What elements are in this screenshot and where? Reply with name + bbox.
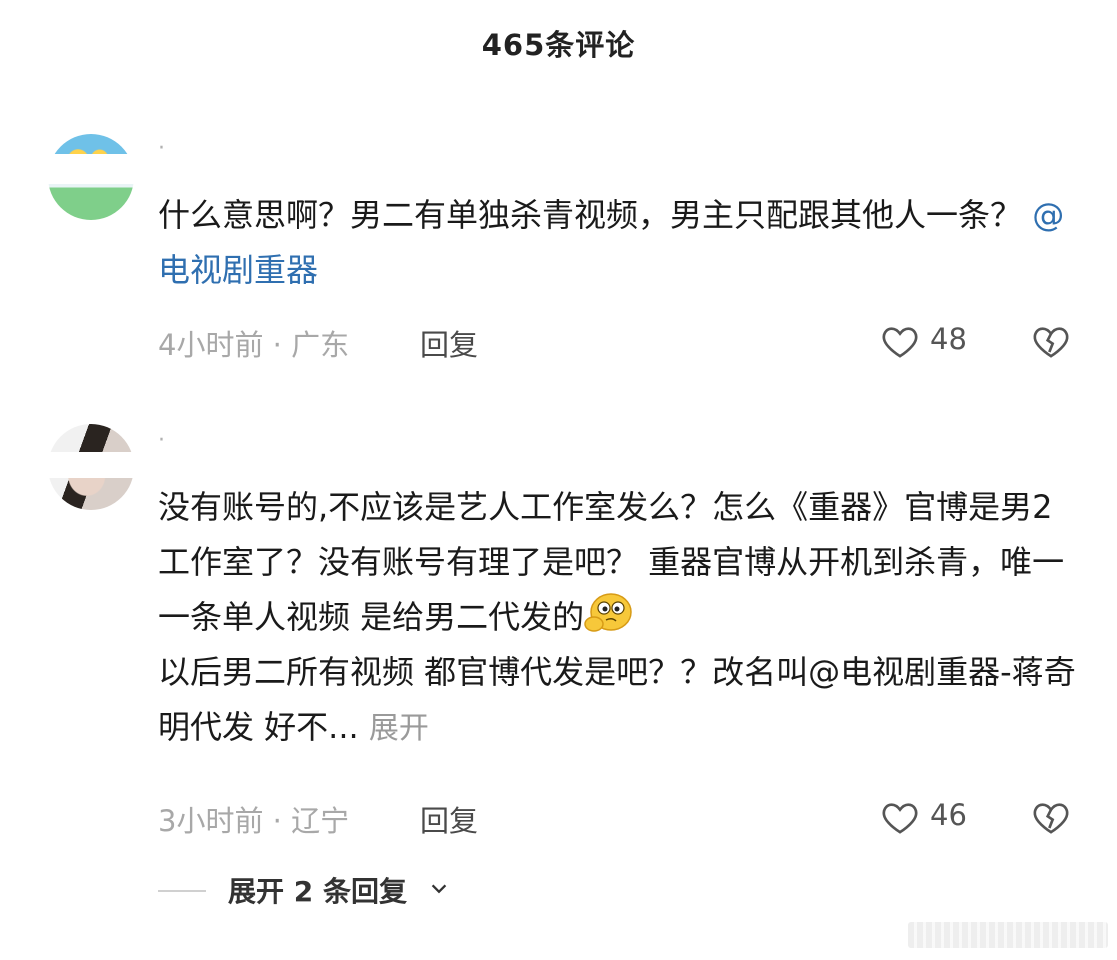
comment-body-continued: 以后男二所有视频 都官博代发是吧？？改名叫@电视剧重器-蒋奇明代发 好不... <box>158 653 1076 746</box>
comment-meta: 3小时前 · 辽宁 回复 46 <box>158 798 1078 838</box>
expand-replies-label: 展开 2 条回复 <box>228 875 407 908</box>
reply-button[interactable]: 回复 <box>420 798 478 840</box>
watermark <box>908 922 1108 948</box>
reply-button[interactable]: 回复 <box>420 322 478 364</box>
comment-time-location: 4小时前 · 广东 <box>158 328 350 362</box>
divider-line <box>158 890 206 892</box>
like-count: 48 <box>930 322 967 356</box>
comment-meta: 4小时前 · 广东 回复 48 <box>158 322 1078 362</box>
comment-count-title: 465条评论 <box>481 28 636 62</box>
avatar-redaction <box>44 452 144 478</box>
comment-body: 什么意思啊？男二有单独杀青视频，男主只配跟其他人一条？ <box>158 196 1023 234</box>
heart-outline-icon[interactable] <box>880 322 920 362</box>
username-redacted[interactable]: · <box>158 136 165 161</box>
avatar-redaction <box>44 154 144 184</box>
broken-heart-icon[interactable] <box>1030 798 1072 838</box>
like-count: 46 <box>930 798 967 832</box>
heart-outline-icon[interactable] <box>880 798 920 838</box>
comment-text: 没有账号的,不应该是艺人工作室发么？怎么《重器》官博是男2工作室了？没有账号有理… <box>158 480 1078 756</box>
comment-time-location: 3小时前 · 辽宁 <box>158 804 350 838</box>
thinking-face-emoji-icon <box>584 593 632 632</box>
expand-comment-link[interactable]: 展开 <box>369 711 429 746</box>
chevron-down-icon <box>431 884 447 894</box>
username-redacted[interactable]: · <box>158 428 165 453</box>
broken-heart-icon[interactable] <box>1030 322 1072 362</box>
comment-text: 什么意思啊？男二有单独杀青视频，男主只配跟其他人一条？ @电视剧重器 <box>158 188 1078 298</box>
